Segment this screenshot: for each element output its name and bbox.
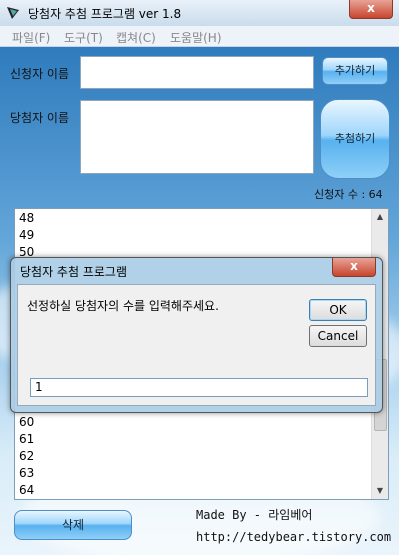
- applicant-name-label: 신청자 이름: [10, 67, 70, 81]
- close-button[interactable]: x: [349, 0, 393, 19]
- winner-count-input[interactable]: 1: [30, 378, 368, 397]
- winner-name-box[interactable]: [80, 100, 314, 174]
- delete-button[interactable]: 삭제: [14, 510, 132, 540]
- list-item[interactable]: 64: [19, 483, 34, 497]
- list-item[interactable]: 48: [19, 211, 34, 225]
- draw-button[interactable]: 추첨하기: [320, 99, 390, 179]
- list-item[interactable]: 61: [19, 432, 34, 446]
- app-icon: [7, 7, 19, 19]
- window-title: 당첨자 추첨 프로그램 ver 1.8: [28, 7, 182, 21]
- list-item[interactable]: 62: [19, 449, 34, 463]
- cancel-button[interactable]: Cancel: [309, 325, 367, 347]
- dialog-body: 선정하실 당첨자의 수를 입력해주세요. OK Cancel 1: [17, 284, 376, 406]
- applicant-name-input[interactable]: [80, 56, 314, 89]
- input-dialog: 당첨자 추첨 프로그램 x 선정하실 당첨자의 수를 입력해주세요. OK Ca…: [10, 257, 383, 413]
- menu-file[interactable]: 파일(F): [12, 29, 50, 46]
- menu-bar: 파일(F) 도구(T) 캡쳐(C) 도움말(H): [0, 26, 399, 47]
- menu-tools[interactable]: 도구(T): [64, 29, 103, 46]
- winner-name-label: 당첨자 이름: [10, 111, 70, 125]
- scroll-up-icon[interactable]: ▲: [372, 209, 388, 225]
- made-by-credit: Made By - 라임베어: [196, 508, 313, 522]
- blog-url[interactable]: http://tedybear.tistory.com: [196, 530, 391, 544]
- scroll-down-icon[interactable]: ▼: [372, 483, 388, 499]
- list-item[interactable]: 60: [19, 415, 34, 429]
- applicant-count: 신청자 수 : 64: [314, 188, 383, 201]
- ok-button[interactable]: OK: [309, 299, 367, 321]
- dialog-title: 당첨자 추첨 프로그램: [20, 265, 127, 279]
- dialog-message: 선정하실 당첨자의 수를 입력해주세요.: [27, 299, 219, 313]
- title-bar[interactable]: 당첨자 추첨 프로그램 ver 1.8 x: [0, 0, 399, 27]
- list-item[interactable]: 49: [19, 228, 34, 242]
- dialog-close-button[interactable]: x: [332, 258, 376, 277]
- list-item[interactable]: 63: [19, 466, 34, 480]
- add-button[interactable]: 추가하기: [322, 57, 388, 85]
- main-window: 당첨자 추첨 프로그램 ver 1.8 x 파일(F) 도구(T) 캡쳐(C) …: [0, 0, 399, 555]
- menu-help[interactable]: 도움말(H): [170, 29, 222, 46]
- menu-capture[interactable]: 캡쳐(C): [116, 29, 156, 46]
